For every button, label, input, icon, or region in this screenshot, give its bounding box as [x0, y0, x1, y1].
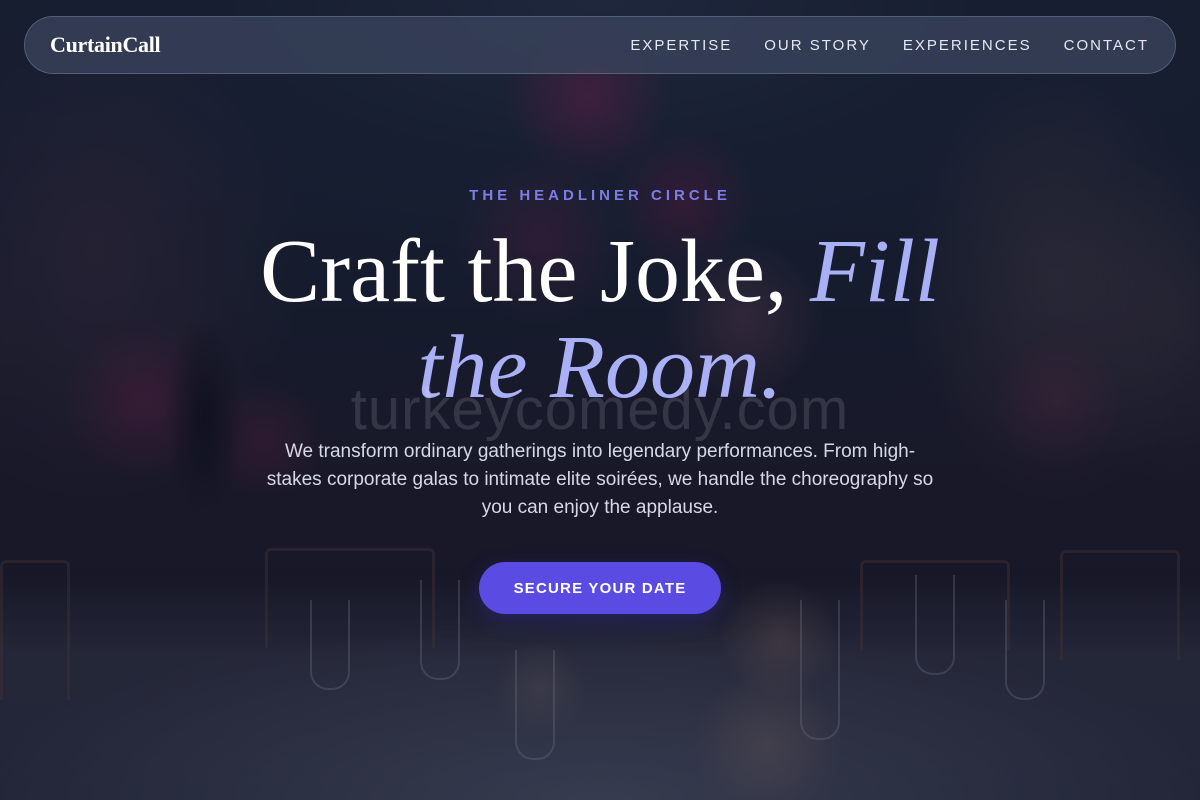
- hero-eyebrow: THE HEADLINER CIRCLE: [469, 187, 731, 204]
- hero-section: THE HEADLINER CIRCLE Craft the Joke, Fil…: [0, 0, 1200, 800]
- headline-plain-text: Craft the Joke,: [260, 222, 810, 321]
- secure-your-date-button[interactable]: SECURE YOUR DATE: [479, 562, 721, 614]
- hero-description: We transform ordinary gatherings into le…: [266, 441, 934, 518]
- watermark: turkeycomedy.com: [350, 377, 850, 442]
